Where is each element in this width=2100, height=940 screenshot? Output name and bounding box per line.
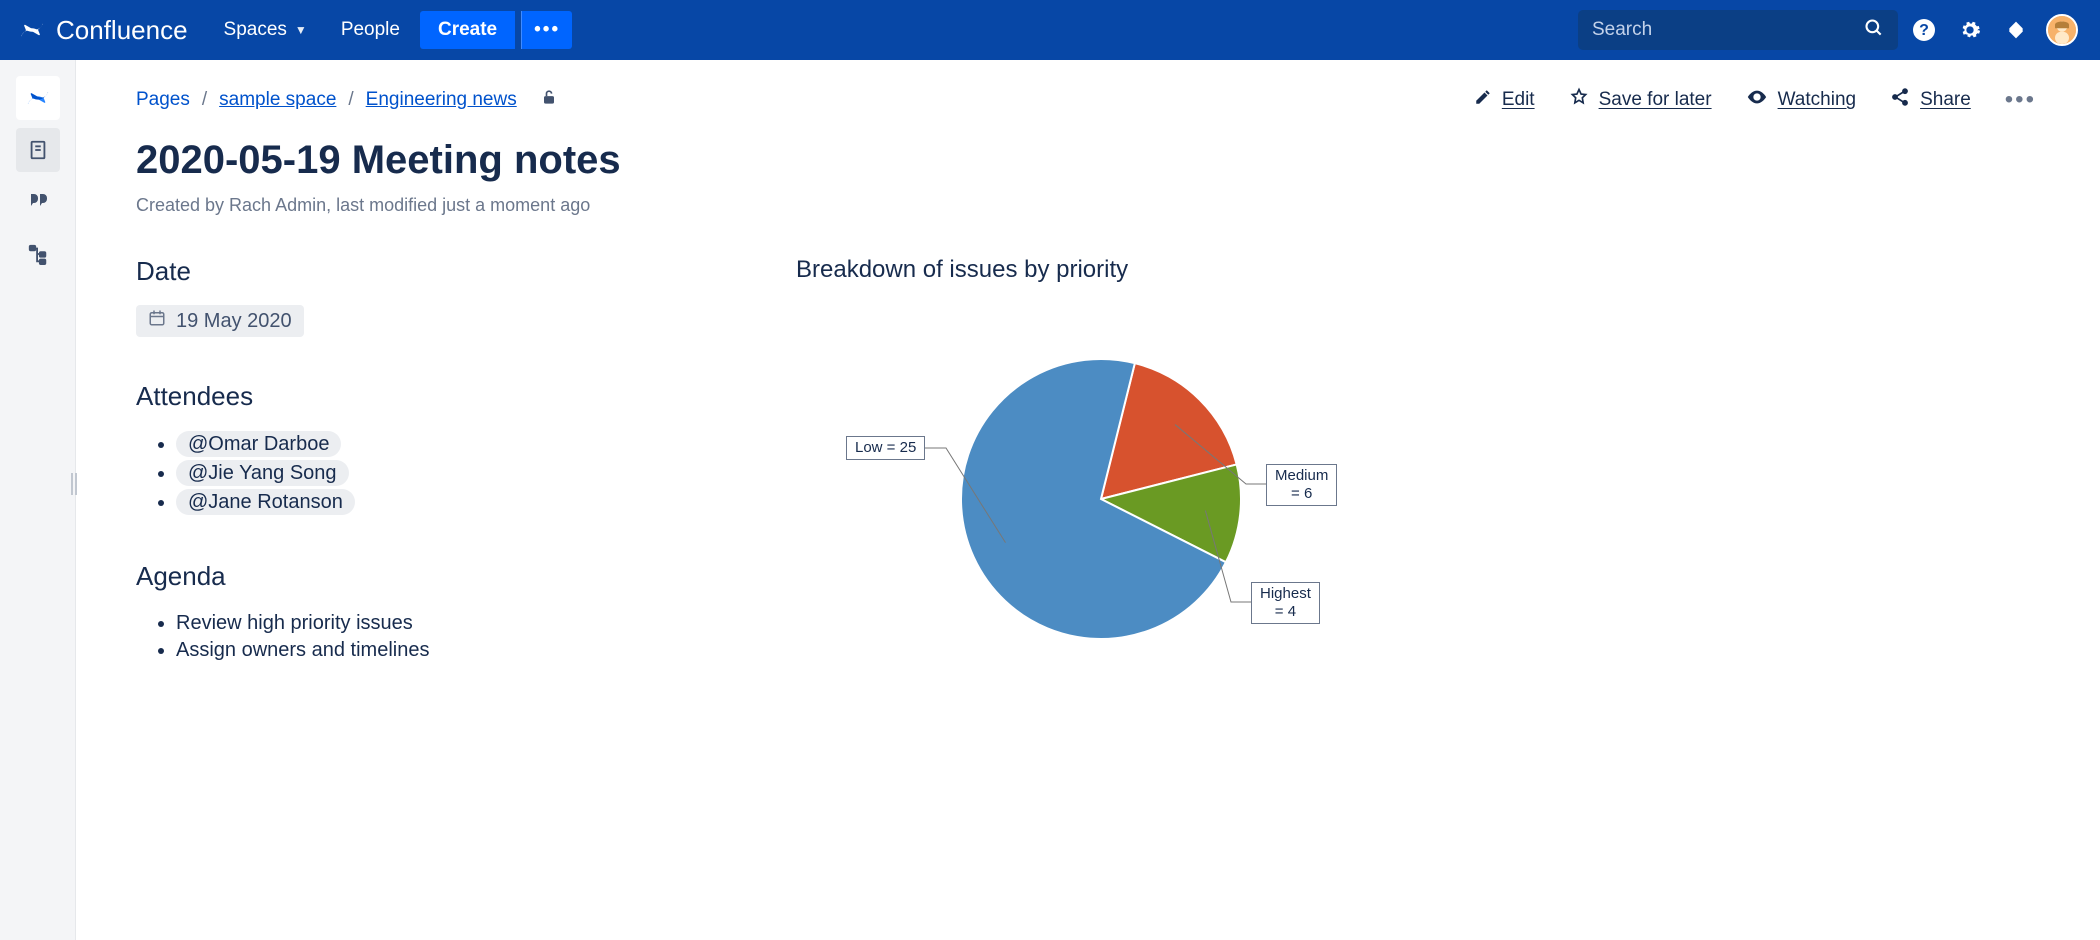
- share-icon: [1890, 87, 1910, 113]
- page-byline: Created by Rach Admin, last modified jus…: [136, 195, 2036, 216]
- brand[interactable]: Confluence: [18, 15, 188, 46]
- attendees-list: @Omar Darboe @Jie Yang Song @Jane Rotanson: [136, 430, 756, 517]
- pencil-icon: [1474, 88, 1492, 112]
- leader-line: [1175, 425, 1266, 484]
- create-button[interactable]: Create: [420, 11, 515, 49]
- breadcrumb-pages[interactable]: Pages: [136, 89, 190, 111]
- list-item: @Omar Darboe: [176, 430, 756, 459]
- user-mention[interactable]: @Jie Yang Song: [176, 460, 349, 486]
- attendees-heading: Attendees: [136, 381, 756, 412]
- nav-spaces-label: Spaces: [224, 19, 287, 41]
- pie-label-medium: Medium= 6: [1266, 464, 1337, 506]
- list-item: @Jie Yang Song: [176, 459, 756, 488]
- star-icon: [1569, 87, 1589, 113]
- edit-label: Edit: [1502, 89, 1535, 111]
- help-icon[interactable]: ?: [1904, 10, 1944, 50]
- date-chip: 19 May 2020: [136, 305, 304, 337]
- pie-chart: Medium= 6Highest= 4Low = 25: [826, 324, 1326, 684]
- nav-people[interactable]: People: [327, 13, 414, 47]
- avatar-icon: [2046, 14, 2078, 46]
- share-button[interactable]: Share: [1890, 87, 1971, 113]
- watching-label: Watching: [1778, 89, 1857, 111]
- breadcrumb-space[interactable]: sample space: [219, 89, 336, 111]
- main-content: Pages / sample space / Engineering news …: [76, 60, 2100, 940]
- edit-button[interactable]: Edit: [1474, 88, 1535, 112]
- restrictions-unlocked-icon[interactable]: [539, 87, 559, 113]
- pie-label-highest: Highest= 4: [1251, 582, 1320, 624]
- chart-title: Breakdown of issues by priority: [796, 256, 1416, 284]
- leader-lines: [826, 324, 1326, 684]
- agenda-heading: Agenda: [136, 561, 756, 592]
- rail-pages-icon[interactable]: [16, 128, 60, 172]
- left-rail: [0, 60, 76, 940]
- date-value: 19 May 2020: [176, 310, 292, 333]
- search-box[interactable]: [1578, 10, 1898, 50]
- rail-resize-handle[interactable]: [71, 470, 77, 498]
- breadcrumb-sep: /: [348, 89, 353, 111]
- nav-people-label: People: [341, 19, 400, 41]
- user-mention[interactable]: @Jane Rotanson: [176, 489, 355, 515]
- leader-line: [1205, 510, 1251, 602]
- page-actions: Edit Save for later Watching Share •••: [1474, 86, 2036, 114]
- nav-spaces[interactable]: Spaces ▼: [210, 13, 321, 47]
- leader-line: [916, 448, 1006, 543]
- rail-tree-icon[interactable]: [16, 232, 60, 276]
- list-item: Review high priority issues: [176, 610, 756, 637]
- more-actions-button[interactable]: •••: [2005, 86, 2036, 114]
- page-title: 2020-05-19 Meeting notes: [136, 138, 2036, 183]
- svg-text:?: ?: [1919, 22, 1929, 39]
- search-icon: [1864, 18, 1884, 43]
- chevron-down-icon: ▼: [295, 23, 307, 37]
- rail-space-icon[interactable]: [16, 76, 60, 120]
- settings-gear-icon[interactable]: [1950, 10, 1990, 50]
- search-input[interactable]: [1592, 19, 1864, 41]
- share-label: Share: [1920, 89, 1971, 111]
- breadcrumb-sep: /: [202, 89, 207, 111]
- create-more-button[interactable]: •••: [521, 11, 572, 49]
- date-heading: Date: [136, 256, 756, 287]
- brand-name: Confluence: [56, 15, 188, 46]
- watching-button[interactable]: Watching: [1746, 86, 1857, 114]
- rail-blog-icon[interactable]: [16, 180, 60, 224]
- notifications-icon[interactable]: [1996, 10, 2036, 50]
- confluence-logo-icon: [18, 16, 46, 44]
- list-item: Assign owners and timelines: [176, 637, 756, 664]
- breadcrumb: Pages / sample space / Engineering news: [136, 87, 559, 113]
- user-mention[interactable]: @Omar Darboe: [176, 431, 341, 457]
- top-nav: Confluence Spaces ▼ People Create ••• ?: [0, 0, 2100, 60]
- eye-icon: [1746, 86, 1768, 114]
- calendar-icon: [148, 309, 166, 333]
- save-label: Save for later: [1599, 89, 1712, 111]
- avatar[interactable]: [2042, 10, 2082, 50]
- pie-label-low: Low = 25: [846, 436, 925, 460]
- agenda-list: Review high priority issuesAssign owners…: [136, 610, 756, 664]
- list-item: @Jane Rotanson: [176, 488, 756, 517]
- save-for-later-button[interactable]: Save for later: [1569, 87, 1712, 113]
- breadcrumb-section[interactable]: Engineering news: [366, 89, 517, 111]
